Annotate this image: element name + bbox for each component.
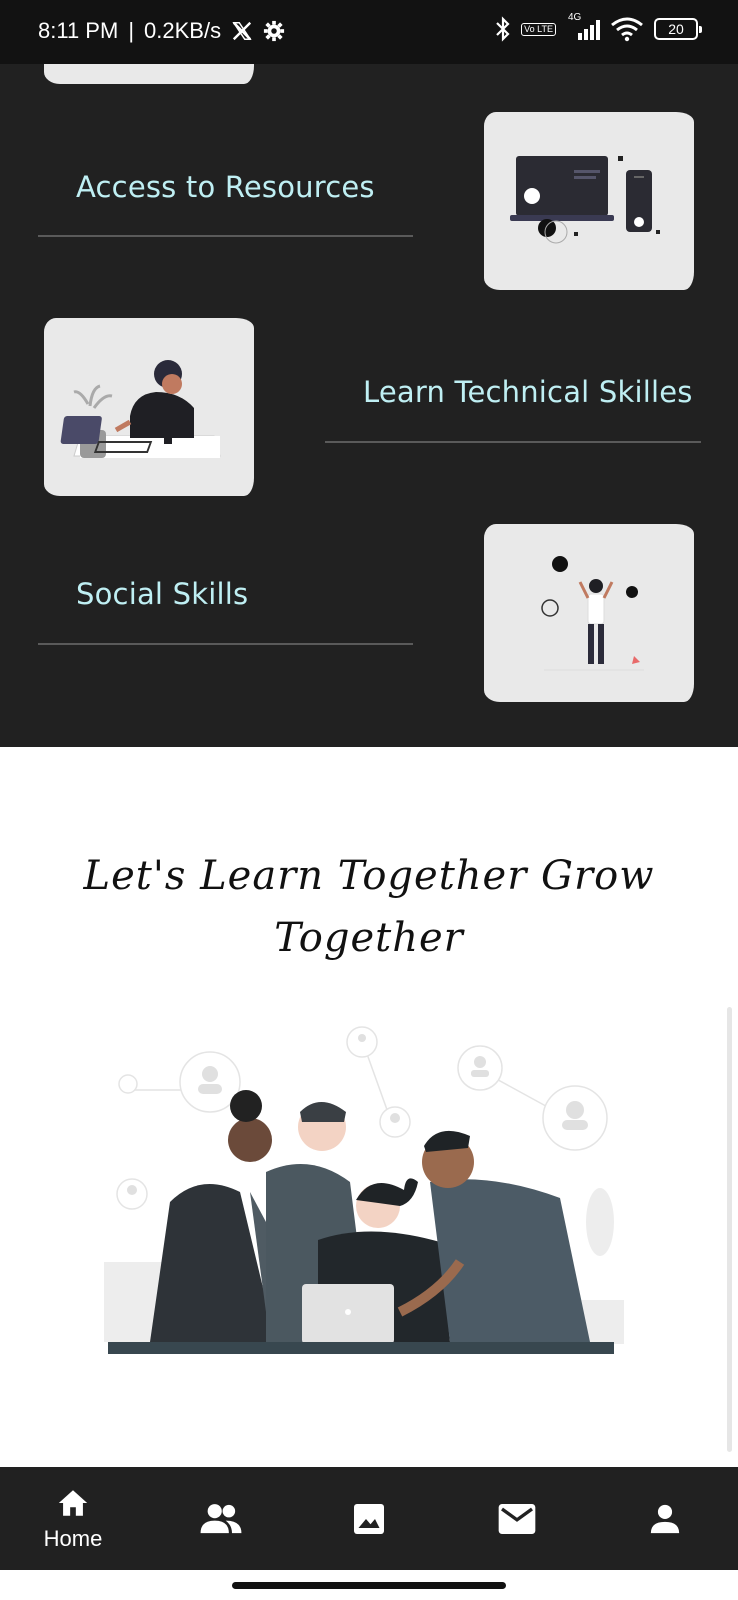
- x-logo-icon: [232, 21, 252, 41]
- wifi-icon: [611, 17, 643, 42]
- divider-line: [38, 643, 413, 645]
- features-section: Access to Resources Learn Technical Skil…: [0, 64, 738, 747]
- gesture-handle[interactable]: [232, 1582, 506, 1589]
- headline-line-2: Together: [274, 915, 464, 961]
- community-section: Let's Learn Together Grow Together: [0, 747, 738, 1467]
- feature-title-resources[interactable]: Access to Resources: [76, 170, 375, 204]
- status-bar: 8:11 PM | 0.2KB/s Vo LTE 4G 20: [0, 0, 738, 64]
- image-icon: [354, 1503, 384, 1534]
- status-right: Vo LTE 4G 20: [495, 12, 702, 42]
- network-speed: 0.2KB/s: [144, 18, 222, 43]
- nav-mail[interactable]: [462, 1467, 572, 1570]
- feature-title-technical[interactable]: Learn Technical Skilles: [363, 375, 693, 409]
- person-juggling-illustration: [541, 556, 644, 671]
- gesture-area: [0, 1570, 738, 1600]
- nav-home[interactable]: Home: [18, 1467, 128, 1570]
- mail-icon: [498, 1503, 536, 1534]
- nav-home-label: Home: [43, 1525, 103, 1551]
- bottom-navigation: Home: [0, 1467, 738, 1570]
- nav-community[interactable]: [166, 1467, 276, 1570]
- divider-line: [325, 441, 701, 443]
- status-time: 8:11 PM: [38, 18, 119, 43]
- status-separator: |: [128, 18, 135, 43]
- person-icon: [650, 1504, 680, 1533]
- feature-image-partial: [44, 64, 254, 84]
- people-icon: [200, 1503, 242, 1533]
- community-headline: Let's Learn Together Grow Together: [0, 845, 738, 969]
- feature-image-resources: [484, 112, 694, 290]
- nav-profile[interactable]: [610, 1467, 720, 1570]
- devices-illustration: [510, 156, 660, 244]
- team-collaboration-illustration: [104, 1026, 624, 1354]
- feature-image-social: [484, 524, 694, 702]
- home-icon: [58, 1489, 88, 1516]
- network-type: 4G: [566, 12, 600, 42]
- battery-indicator: 20: [654, 18, 702, 40]
- headline-line-1: Let's Learn Together Grow: [83, 853, 655, 899]
- scrollbar[interactable]: [727, 1007, 732, 1452]
- person-at-desk-illustration: [60, 360, 221, 458]
- volte-badge: Vo LTE: [521, 22, 556, 36]
- signal-icon: [578, 20, 600, 40]
- divider-line: [38, 235, 413, 237]
- status-left: 8:11 PM | 0.2KB/s: [38, 18, 285, 44]
- battery-level: 20: [668, 21, 684, 37]
- feature-image-technical: [44, 318, 254, 496]
- nav-gallery[interactable]: [314, 1467, 424, 1570]
- feature-title-social[interactable]: Social Skills: [76, 577, 248, 611]
- gear-icon: [263, 20, 285, 42]
- bluetooth-icon: [496, 16, 510, 42]
